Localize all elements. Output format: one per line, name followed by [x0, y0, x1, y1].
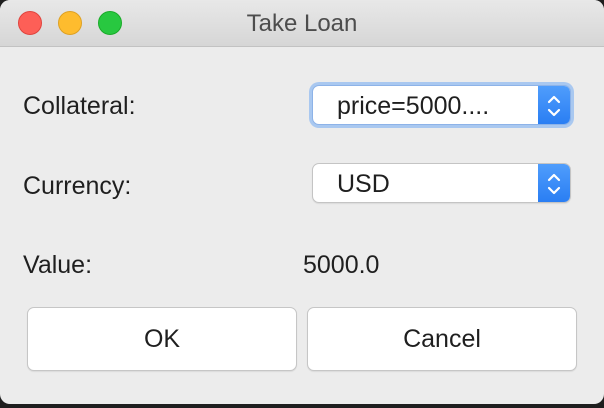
chevron-up-down-icon	[538, 164, 570, 202]
collateral-label: Collateral:	[23, 92, 136, 120]
currency-label: Currency:	[23, 172, 132, 200]
value-amount: 5000.0	[303, 251, 380, 279]
currency-select-value: USD	[337, 170, 390, 198]
ok-button[interactable]: OK	[27, 307, 297, 371]
title-bar: Take Loan	[0, 0, 604, 47]
value-label: Value:	[23, 251, 93, 279]
take-loan-dialog: Take Loan Collateral: price=5000.... Cur…	[0, 0, 604, 404]
chevron-up-down-icon	[538, 86, 570, 124]
collateral-select-value: price=5000....	[337, 92, 490, 120]
cancel-button[interactable]: Cancel	[307, 307, 577, 371]
currency-select[interactable]: USD	[312, 163, 571, 203]
collateral-select[interactable]: price=5000....	[312, 85, 571, 125]
window-title: Take Loan	[246, 10, 358, 37]
